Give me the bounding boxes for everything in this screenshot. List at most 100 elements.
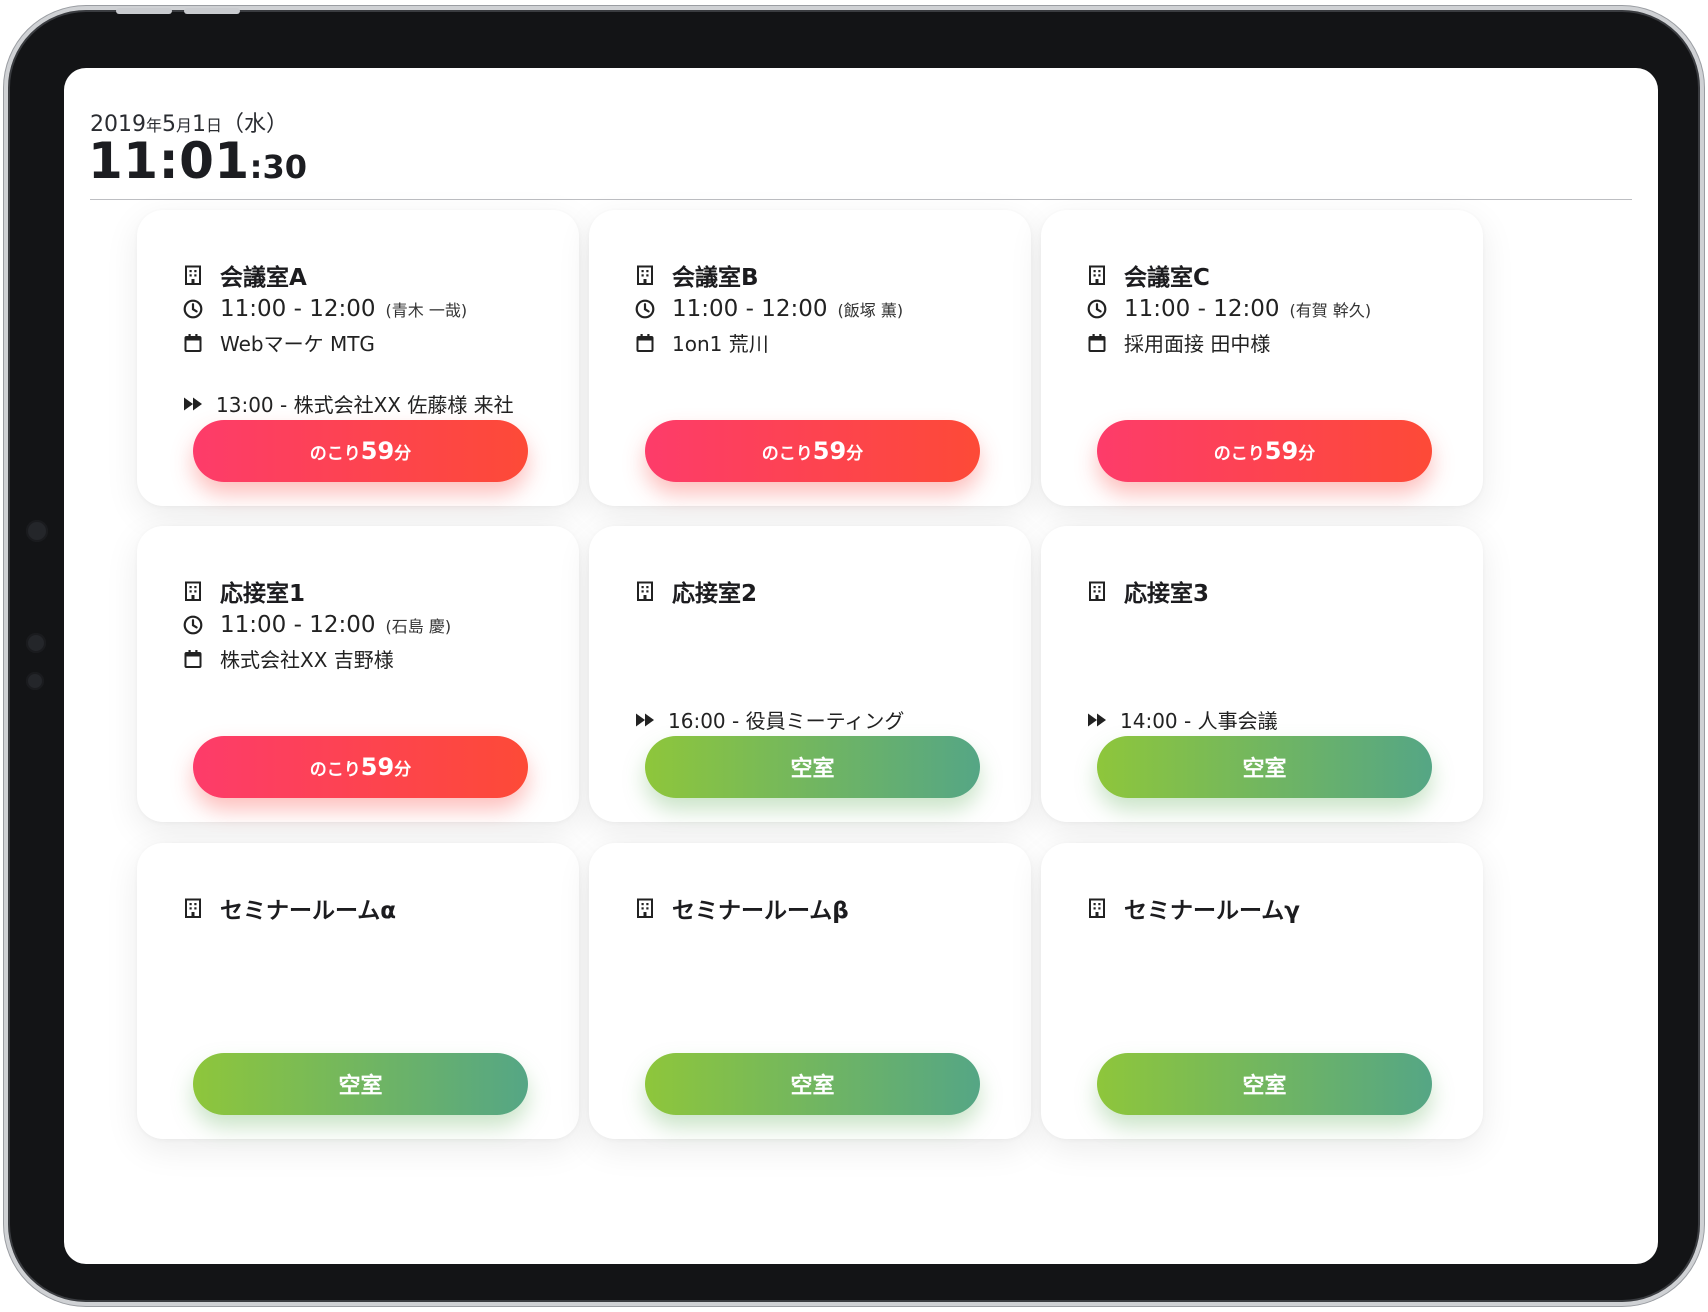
building-icon <box>182 580 204 602</box>
meeting-time-row: 11:00 - 12:00 (石島 慶) <box>182 612 451 638</box>
room-name-row: セミナールームα <box>182 891 396 925</box>
meeting-time: 11:00 - 12:00 <box>672 296 828 322</box>
status-prefix: のこり <box>309 443 361 464</box>
building-icon <box>634 580 656 602</box>
meeting-time-row: 11:00 - 12:00 (飯塚 薫) <box>634 296 903 322</box>
status-minutes: 59 <box>360 437 395 465</box>
status-suffix: 分 <box>394 443 412 464</box>
side-sensor <box>26 633 46 653</box>
side-camera <box>26 520 48 542</box>
calendar-icon <box>1086 332 1108 354</box>
clock-icon <box>634 298 656 320</box>
building-icon <box>1086 580 1108 602</box>
meeting-title-row: 採用面接 田中様 <box>1086 328 1270 357</box>
status-label: 空室 <box>790 1074 835 1099</box>
room-card[interactable]: 応接室1 11:00 - 12:00 (石島 慶) 株式会社XX 吉野様のこり 59 分 <box>137 526 579 822</box>
fast-forward-icon <box>1086 709 1108 731</box>
room-name-row: 応接室2 <box>634 574 757 608</box>
meeting-time: 11:00 - 12:00 <box>1124 296 1280 322</box>
vacant-status-button[interactable]: 空室 <box>193 1053 528 1115</box>
vacant-status-button[interactable]: 空室 <box>645 1053 980 1115</box>
status-label: 空室 <box>790 757 835 782</box>
meeting-time: 11:00 - 12:00 <box>220 296 376 322</box>
status-label: 空室 <box>1242 1074 1287 1099</box>
meeting-time: 11:00 - 12:00 <box>220 612 376 638</box>
room-name: 応接室2 <box>672 581 758 607</box>
side-sensor <box>26 672 44 690</box>
status-suffix: 分 <box>846 443 864 464</box>
meeting-organizer: (青木 一哉) <box>385 301 468 320</box>
room-name: 会議室C <box>1124 265 1210 291</box>
room-card[interactable]: 応接室2 16:00 - 役員ミーティング空室 <box>589 526 1031 822</box>
room-name-row: セミナールームγ <box>1086 891 1300 925</box>
vacant-status-button[interactable]: 空室 <box>645 736 980 798</box>
room-name: セミナールームβ <box>672 898 849 924</box>
room-name: 会議室A <box>220 265 307 291</box>
room-name: 応接室1 <box>220 581 306 607</box>
remaining-time-button[interactable]: のこり 59 分 <box>645 420 980 482</box>
building-icon <box>182 264 204 286</box>
meeting-organizer: (飯塚 薫) <box>837 301 904 320</box>
remaining-time-button[interactable]: のこり 59 分 <box>1097 420 1432 482</box>
building-icon <box>182 897 204 919</box>
room-name: セミナールームγ <box>1124 898 1300 924</box>
room-name-row: セミナールームβ <box>634 891 849 925</box>
meeting-title: 株式会社XX 吉野様 <box>220 648 394 672</box>
next-meeting: 13:00 - 株式会社XX 佐藤様 来社 <box>216 393 514 417</box>
header-divider <box>90 199 1632 200</box>
remaining-time-button[interactable]: のこり 59 分 <box>193 420 528 482</box>
room-name-row: 会議室B <box>634 258 759 292</box>
status-prefix: のこり <box>309 759 361 780</box>
room-card[interactable]: セミナールームγ 空室 <box>1041 843 1483 1139</box>
current-time: 11:01:30 <box>88 132 307 190</box>
meeting-title: 採用面接 田中様 <box>1124 332 1271 356</box>
calendar-icon <box>182 648 204 670</box>
room-card[interactable]: 会議室A 11:00 - 12:00 (青木 一哉) Webマーケ MTG 13:00 … <box>137 210 579 506</box>
next-meeting-row: 16:00 - 役員ミーティング <box>634 705 904 734</box>
clock-icon <box>1086 298 1108 320</box>
building-icon <box>634 897 656 919</box>
room-name: 会議室B <box>672 265 759 291</box>
status-minutes: 59 <box>812 437 847 465</box>
next-meeting-row: 13:00 - 株式会社XX 佐藤様 来社 <box>182 389 514 418</box>
status-label: 空室 <box>1242 757 1287 782</box>
vacant-status-button[interactable]: 空室 <box>1097 736 1432 798</box>
clock-icon <box>182 614 204 636</box>
meeting-time-row: 11:00 - 12:00 (有賀 幹久) <box>1086 296 1371 322</box>
tablet-frame: 2019年5月1日（水） 11:01:30 会議室A 11:00 - 12:00(… <box>4 6 1704 1306</box>
meeting-title-row: 株式会社XX 吉野様 <box>182 644 394 673</box>
meeting-time-row: 11:00 - 12:00 (青木 一哉) <box>182 296 467 322</box>
calendar-icon <box>634 332 656 354</box>
room-card[interactable]: 会議室B 11:00 - 12:00 (飯塚 薫) 1on1 荒川のこり 59 分 <box>589 210 1031 506</box>
meeting-title: Webマーケ MTG <box>220 332 375 356</box>
room-name: セミナールームα <box>220 898 397 924</box>
room-card[interactable]: 会議室C 11:00 - 12:00 (有賀 幹久) 採用面接 田中様のこり 59 分 <box>1041 210 1483 506</box>
fast-forward-icon <box>634 709 656 731</box>
status-prefix: のこり <box>1213 443 1265 464</box>
room-card[interactable]: 応接室3 14:00 - 人事会議空室 <box>1041 526 1483 822</box>
next-meeting: 14:00 - 人事会議 <box>1120 709 1278 733</box>
building-icon <box>1086 897 1108 919</box>
room-card[interactable]: セミナールームα 空室 <box>137 843 579 1139</box>
meeting-organizer: (有賀 幹久) <box>1289 301 1372 320</box>
room-name: 応接室3 <box>1124 581 1210 607</box>
top-button <box>116 8 172 14</box>
remaining-time-button[interactable]: のこり 59 分 <box>193 736 528 798</box>
room-name-row: 応接室3 <box>1086 574 1209 608</box>
meeting-title: 1on1 荒川 <box>672 332 769 356</box>
status-minutes: 59 <box>1264 437 1299 465</box>
next-meeting-row: 14:00 - 人事会議 <box>1086 705 1278 734</box>
vacant-status-button[interactable]: 空室 <box>1097 1053 1432 1115</box>
meeting-title-row: Webマーケ MTG <box>182 328 375 357</box>
building-icon <box>634 264 656 286</box>
room-name-row: 会議室C <box>1086 258 1210 292</box>
screen: 2019年5月1日（水） 11:01:30 会議室A 11:00 - 12:00(… <box>64 68 1658 1264</box>
status-minutes: 59 <box>360 753 395 781</box>
clock-icon <box>182 298 204 320</box>
meeting-title-row: 1on1 荒川 <box>634 328 769 357</box>
room-card[interactable]: セミナールームβ 空室 <box>589 843 1031 1139</box>
building-icon <box>1086 264 1108 286</box>
status-prefix: のこり <box>761 443 813 464</box>
calendar-icon <box>182 332 204 354</box>
meeting-organizer: (石島 慶) <box>385 617 452 636</box>
